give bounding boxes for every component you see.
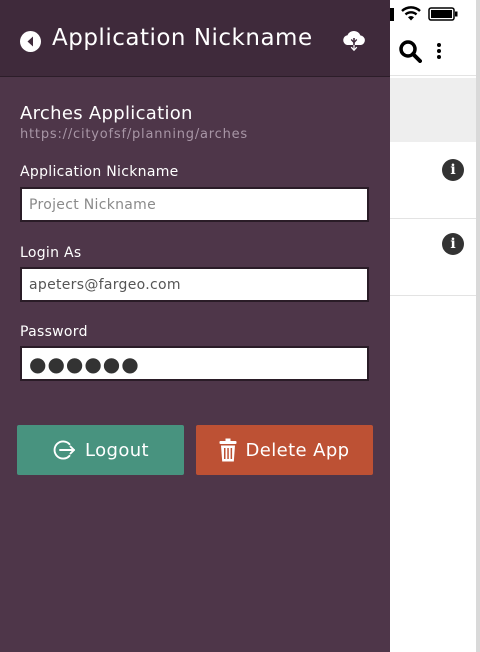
background-section-header	[388, 78, 480, 142]
page-title: Application Nickname	[52, 25, 313, 51]
logout-label: Logout	[84, 439, 150, 461]
back-arrow-circle-icon[interactable]	[20, 31, 41, 52]
nickname-label: Application Nickname	[20, 164, 179, 180]
search-icon[interactable]	[398, 39, 422, 67]
cloud-download-icon[interactable]	[341, 30, 367, 52]
login-input[interactable]	[20, 267, 369, 302]
application-name: Arches Application	[20, 103, 193, 124]
logout-button[interactable]: Logout	[17, 425, 184, 475]
delete-app-button[interactable]: Delete App	[196, 425, 373, 475]
nickname-input[interactable]	[20, 187, 369, 222]
application-url: https://cityofsf/planning/arches	[20, 127, 248, 142]
trash-icon	[219, 438, 237, 462]
signal-icon	[390, 6, 394, 25]
info-icon[interactable]: i	[442, 233, 464, 255]
logout-icon	[52, 438, 76, 462]
background-toolbar	[388, 30, 480, 76]
more-vertical-icon[interactable]	[436, 42, 442, 64]
password-input[interactable]	[20, 346, 369, 381]
list-item[interactable]: i	[388, 219, 480, 296]
status-bar	[388, 4, 458, 26]
login-label: Login As	[20, 245, 82, 261]
scroll-edge	[476, 0, 480, 652]
password-label: Password	[20, 324, 88, 340]
wifi-icon	[401, 5, 421, 25]
battery-icon	[428, 6, 458, 25]
info-icon[interactable]: i	[442, 159, 464, 181]
drawer-header: Application Nickname	[0, 0, 390, 77]
list-item[interactable]: i	[388, 142, 480, 219]
application-drawer: Application Nickname Arches Application …	[0, 0, 390, 652]
delete-app-label: Delete App	[245, 439, 350, 461]
